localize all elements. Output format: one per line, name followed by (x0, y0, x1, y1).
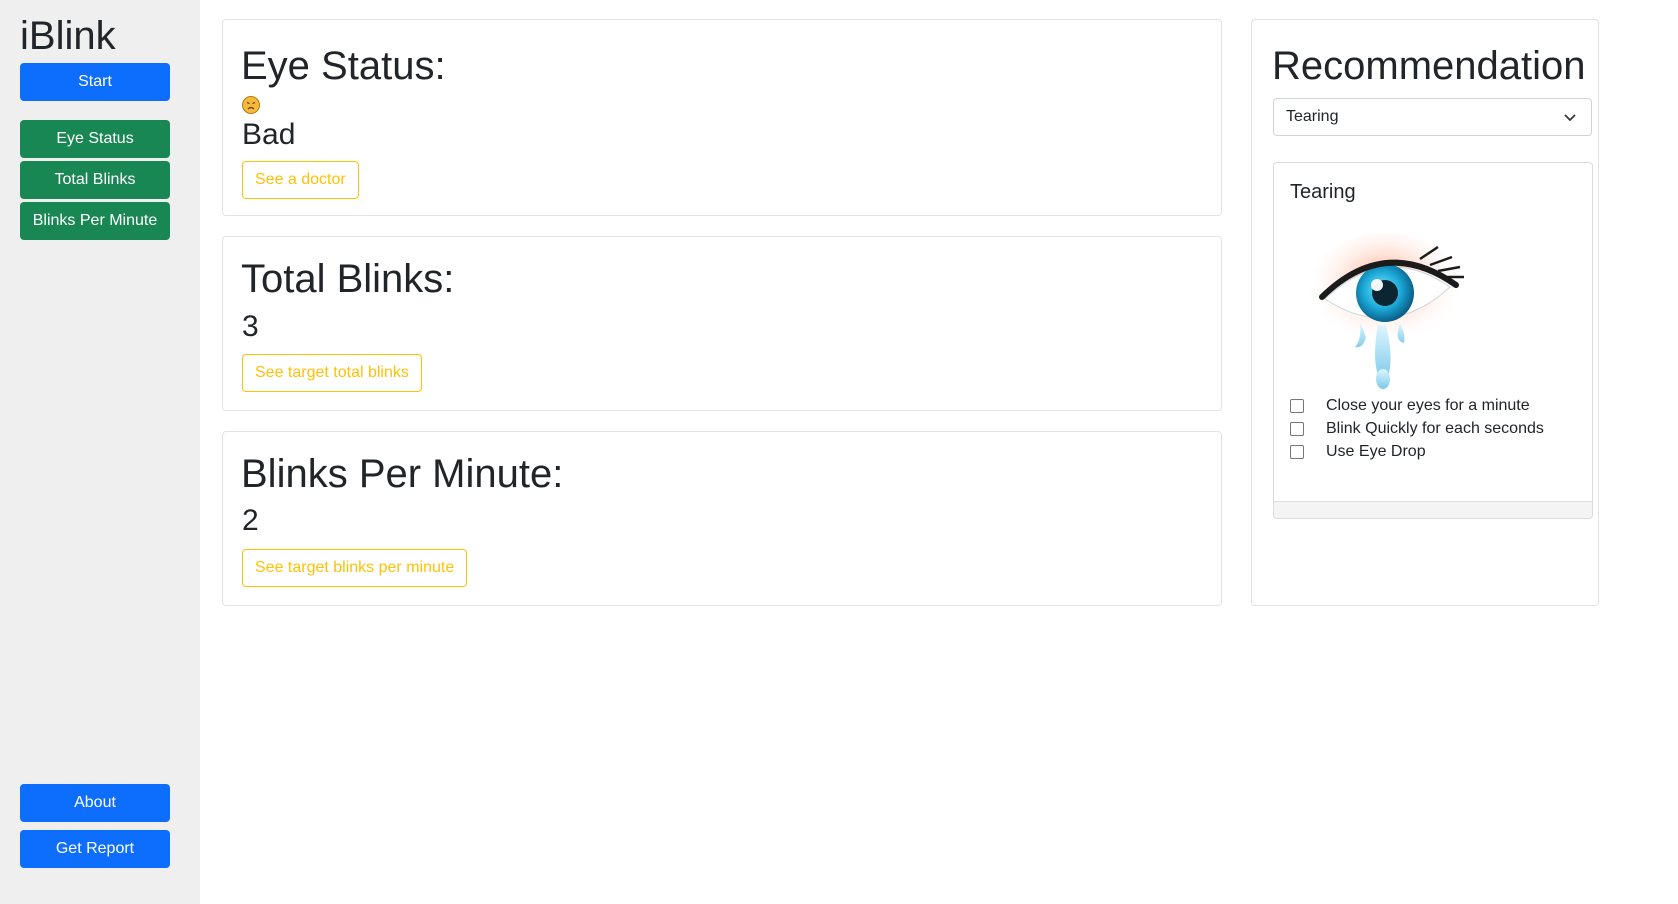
blinks-per-minute-value: 2 (242, 504, 259, 537)
eye-status-card: Eye Status: Bad See a doctor (222, 19, 1222, 216)
task-checkbox[interactable] (1290, 445, 1304, 459)
recommendation-select-value: Tearing (1286, 108, 1339, 125)
task-item: Close your eyes for a minute (1290, 397, 1530, 415)
get-report-button[interactable]: Get Report (20, 830, 170, 868)
task-checkbox[interactable] (1290, 399, 1304, 413)
tearing-eye-illustration (1300, 227, 1470, 397)
recommendation-detail-card: Tearing Close your eyes for a minute Bli… (1273, 162, 1593, 519)
app-title: iBlink (20, 14, 116, 58)
nav-eye-status-button[interactable]: Eye Status (20, 120, 170, 158)
recommendation-detail-title: Tearing (1290, 181, 1356, 203)
start-button[interactable]: Start (20, 63, 170, 101)
task-checkbox[interactable] (1290, 422, 1304, 436)
eye-status-heading: Eye Status: (241, 44, 446, 88)
task-label: Close your eyes for a minute (1326, 397, 1530, 414)
task-label: Blink Quickly for each seconds (1326, 420, 1544, 437)
recommendation-select[interactable]: Tearing (1273, 98, 1592, 136)
recommendation-heading: Recommendation (1272, 44, 1586, 88)
about-button[interactable]: About (20, 784, 170, 822)
see-a-doctor-button[interactable]: See a doctor (242, 161, 359, 199)
recommendation-card-footer (1274, 501, 1592, 518)
blinks-per-minute-card: Blinks Per Minute: 2 See target blinks p… (222, 431, 1222, 606)
sad-face-icon (242, 96, 260, 114)
task-item: Use Eye Drop (1290, 443, 1426, 461)
task-item: Blink Quickly for each seconds (1290, 420, 1544, 438)
recommendation-card: Recommendation Tearing Tearing Close you… (1251, 19, 1599, 606)
sidebar: iBlink Start Eye Status Total Blinks Bli… (0, 0, 200, 904)
total-blinks-heading: Total Blinks: (241, 257, 455, 301)
chevron-down-icon (1563, 110, 1577, 129)
see-target-blinks-per-minute-button[interactable]: See target blinks per minute (242, 549, 468, 587)
blinks-per-minute-heading: Blinks Per Minute: (241, 452, 564, 496)
nav-blinks-per-minute-button[interactable]: Blinks Per Minute (20, 202, 170, 240)
nav-total-blinks-button[interactable]: Total Blinks (20, 161, 170, 199)
eye-status-value: Bad (242, 118, 296, 151)
task-label: Use Eye Drop (1326, 443, 1426, 460)
total-blinks-card: Total Blinks: 3 See target total blinks (222, 236, 1222, 411)
total-blinks-value: 3 (242, 310, 259, 343)
see-target-total-blinks-button[interactable]: See target total blinks (242, 354, 422, 392)
